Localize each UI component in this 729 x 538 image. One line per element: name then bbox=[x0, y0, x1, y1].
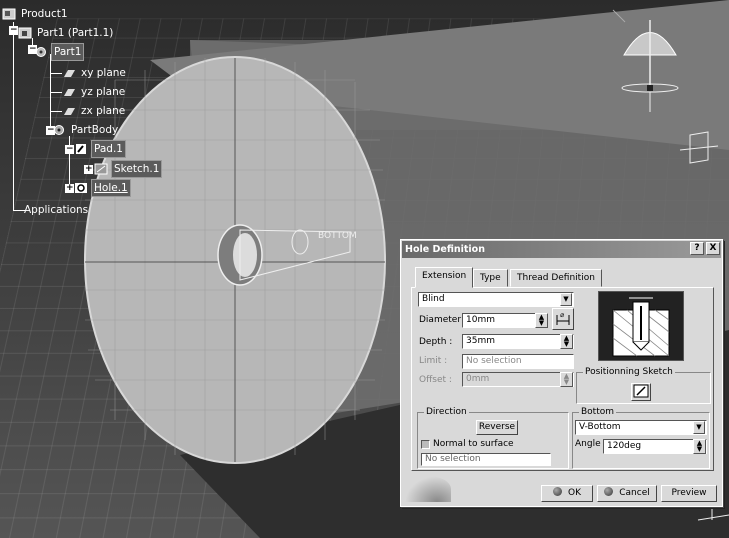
hole-type-preview-image bbox=[598, 291, 684, 361]
tree-label: Part1 bbox=[51, 43, 85, 61]
tree-label: zx plane bbox=[81, 105, 126, 117]
catia-logo-swoosh bbox=[405, 476, 451, 502]
direction-group: Direction Reverse Normal to surface No s… bbox=[417, 406, 569, 469]
reverse-button[interactable]: Reverse bbox=[476, 420, 518, 435]
tree-label: Hole.1 bbox=[91, 179, 131, 197]
dialog-title: Hole Definition bbox=[402, 241, 721, 258]
angle-field[interactable]: 120deg bbox=[603, 439, 707, 454]
tree-label: Pad.1 bbox=[91, 140, 126, 158]
direction-title: Direction bbox=[424, 406, 469, 418]
tab-thread-definition[interactable]: Thread Definition bbox=[510, 269, 602, 287]
depth-field[interactable]: 35mm bbox=[462, 334, 574, 349]
plane-icon bbox=[62, 86, 76, 98]
ok-button[interactable]: OK bbox=[541, 485, 593, 502]
product-icon bbox=[2, 8, 16, 20]
tree-item-zx-plane[interactable]: zx plane bbox=[62, 103, 127, 119]
collapse-icon[interactable]: − bbox=[46, 126, 55, 135]
help-button[interactable]: ? bbox=[690, 242, 704, 255]
collapse-icon[interactable]: − bbox=[65, 145, 74, 154]
preview-button[interactable]: Preview bbox=[661, 485, 717, 502]
sketch-pencil-icon bbox=[633, 384, 649, 398]
angle-label: Angle : bbox=[575, 439, 607, 449]
expand-icon[interactable]: + bbox=[84, 165, 93, 174]
tree-connector bbox=[50, 111, 62, 112]
direction-selection-field[interactable]: No selection bbox=[421, 453, 551, 466]
sketch-icon bbox=[94, 163, 108, 175]
tree-label: yz plane bbox=[81, 86, 126, 98]
tree-item-product1[interactable]: Product1 bbox=[2, 6, 70, 22]
normal-to-surface-label: Normal to surface bbox=[433, 439, 514, 449]
tree-connector bbox=[50, 54, 51, 132]
bottom-type-value: V-Bottom bbox=[579, 422, 621, 432]
tab-extension[interactable]: Extension bbox=[415, 267, 474, 288]
tree-label: Sketch.1 bbox=[111, 160, 163, 178]
diameter-dimension-button[interactable]: ⌀ bbox=[552, 308, 574, 330]
tree-item-hole[interactable]: Hole.1 bbox=[74, 179, 131, 197]
positioning-sketch-group: Positionning Sketch bbox=[576, 366, 711, 404]
extension-type-dropdown[interactable]: Blind bbox=[418, 292, 574, 307]
hole-inner-wall bbox=[233, 233, 257, 277]
tab-type[interactable]: Type bbox=[473, 269, 508, 287]
bottom-type-dropdown[interactable]: V-Bottom bbox=[575, 420, 707, 435]
positioning-sketch-title: Positionning Sketch bbox=[583, 366, 675, 378]
diameter-spinner[interactable]: ▲ ▼ bbox=[535, 313, 548, 328]
extension-panel: Blind ▼ Diameter : 10mm ▲ ▼ ⌀ Depth : 35m… bbox=[411, 287, 714, 471]
tree-item-partbody[interactable]: PartBody bbox=[52, 122, 120, 138]
sketch-button[interactable] bbox=[631, 383, 651, 401]
tree-item-yz-plane[interactable]: yz plane bbox=[62, 84, 127, 100]
expand-icon[interactable]: + bbox=[65, 184, 74, 193]
angle-spinner[interactable]: ▲ ▼ bbox=[693, 439, 706, 454]
tree-item-part1[interactable]: Part1 bbox=[34, 43, 85, 61]
offset-label: Offset : bbox=[419, 375, 452, 385]
dimension-icon: ⌀ bbox=[556, 311, 570, 325]
hole-icon bbox=[74, 182, 88, 194]
tree-label: Applications bbox=[24, 204, 89, 216]
cancel-label: Cancel bbox=[619, 488, 650, 498]
tree-label: PartBody bbox=[71, 124, 119, 136]
tree-item-sketch[interactable]: Sketch.1 bbox=[94, 160, 163, 178]
collapse-icon[interactable]: − bbox=[28, 45, 37, 54]
offset-spinner[interactable]: ▲ ▼ bbox=[560, 372, 573, 387]
cancel-icon bbox=[604, 487, 614, 496]
extension-type-value: Blind bbox=[422, 294, 445, 304]
hole-definition-dialog: Hole Definition ? X Extension Type Threa… bbox=[400, 239, 723, 507]
tree-item-pad[interactable]: Pad.1 bbox=[74, 140, 126, 158]
plane-icon bbox=[62, 105, 76, 117]
tree-connector bbox=[13, 22, 14, 210]
limit-label: Limit : bbox=[419, 356, 448, 366]
tree-item-part-instance[interactable]: Part1 (Part1.1) bbox=[18, 25, 115, 41]
svg-text:⌀: ⌀ bbox=[560, 311, 564, 319]
tree-item-applications[interactable]: Applications bbox=[22, 202, 90, 218]
plane-icon bbox=[62, 67, 76, 79]
depth-label: Depth : bbox=[419, 337, 453, 347]
diameter-label: Diameter : bbox=[419, 315, 467, 325]
tree-label: Product1 bbox=[21, 8, 68, 20]
depth-spinner[interactable]: ▲ ▼ bbox=[560, 334, 573, 349]
tree-item-xy-plane[interactable]: xy plane bbox=[62, 65, 128, 81]
chevron-down-icon[interactable]: ▼ bbox=[560, 293, 572, 306]
bottom-annotation: BOTTOM bbox=[318, 231, 357, 241]
tree-label: xy plane bbox=[81, 67, 126, 79]
collapse-icon[interactable]: − bbox=[9, 26, 18, 35]
chevron-down-icon[interactable]: ▼ bbox=[693, 421, 705, 434]
tree-connector bbox=[50, 73, 62, 74]
tree-connector bbox=[50, 92, 62, 93]
bottom-group: Bottom V-Bottom ▼ Angle : 120deg ▲ ▼ bbox=[572, 406, 710, 469]
limit-field[interactable]: No selection bbox=[462, 354, 574, 369]
part-instance-icon bbox=[18, 27, 32, 39]
offset-field[interactable]: 0mm bbox=[462, 372, 574, 387]
normal-to-surface-checkbox[interactable] bbox=[421, 440, 430, 449]
tree-label: Part1 (Part1.1) bbox=[37, 27, 114, 39]
pad-icon bbox=[74, 143, 88, 155]
ok-icon bbox=[553, 487, 562, 496]
close-button[interactable]: X bbox=[706, 242, 720, 255]
bottom-title: Bottom bbox=[579, 406, 617, 418]
cancel-button[interactable]: Cancel bbox=[597, 485, 657, 502]
specification-tree: Product1 Part1 (Part1.1) Part1 xy plane … bbox=[0, 0, 200, 230]
ok-label: OK bbox=[568, 488, 581, 498]
